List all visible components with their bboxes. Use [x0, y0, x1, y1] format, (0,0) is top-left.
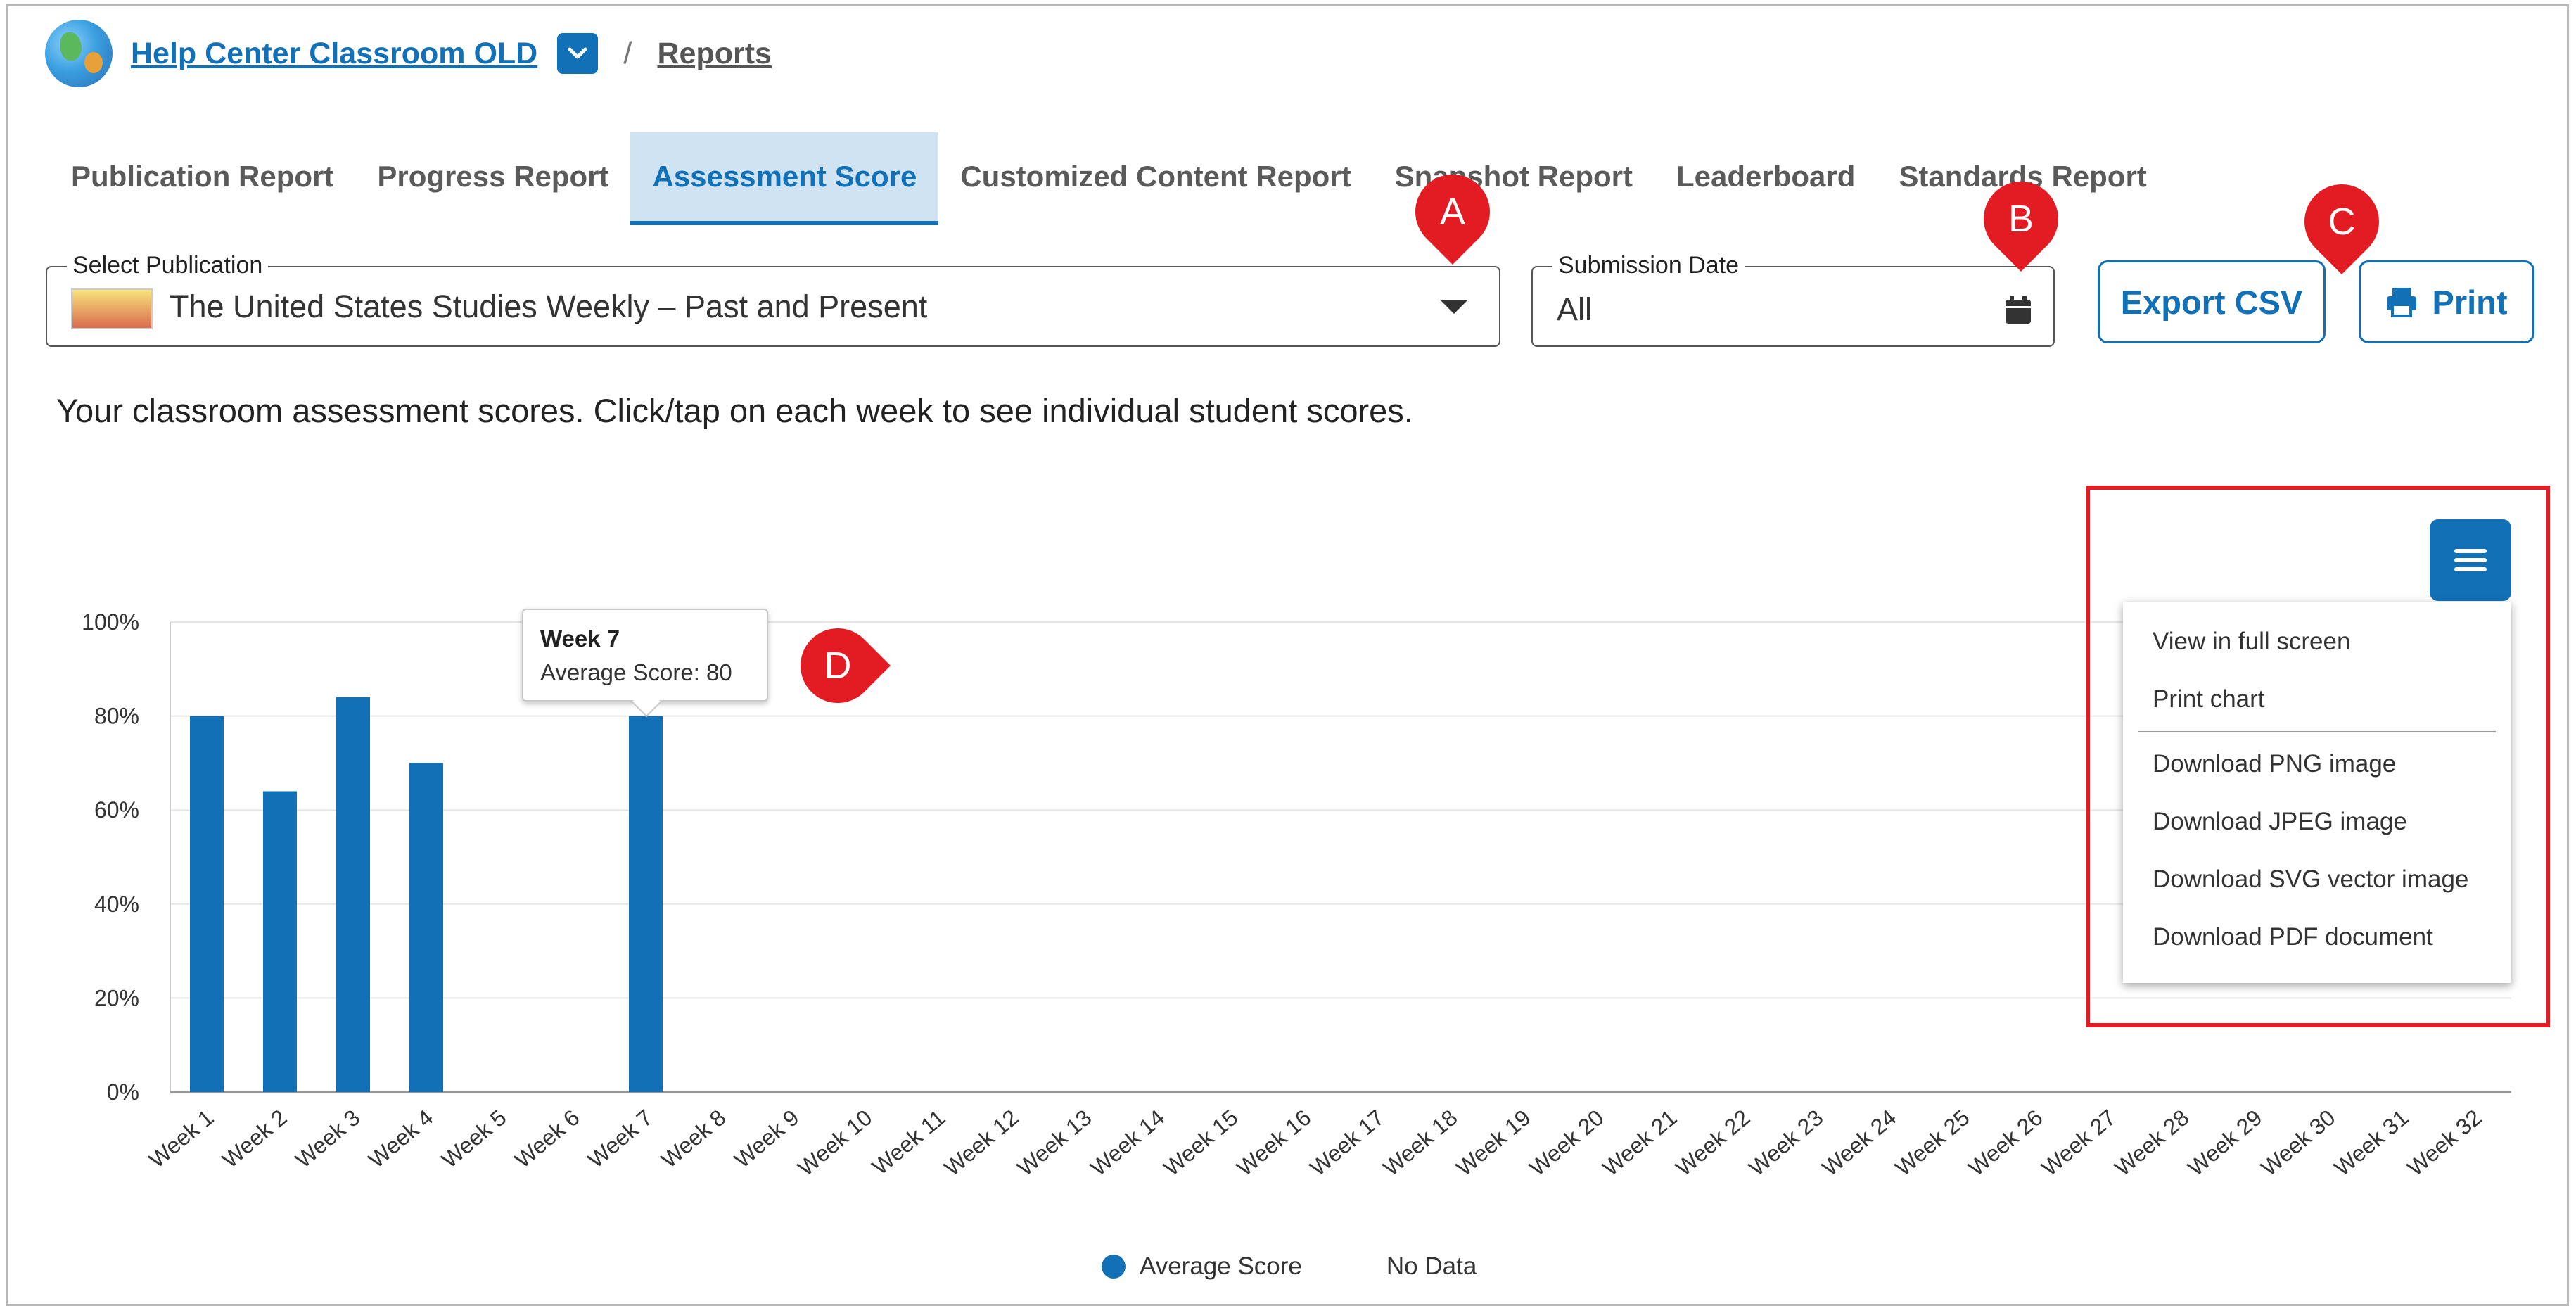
hamburger-icon — [2454, 549, 2487, 571]
y-tick-label: 80% — [94, 704, 139, 729]
x-tick-label: Week 4 — [364, 1105, 438, 1173]
legend-average-score-marker[interactable] — [1102, 1255, 1126, 1279]
x-tick-label: Week 14 — [1085, 1105, 1169, 1181]
x-tick-label: Week 8 — [656, 1105, 731, 1173]
x-tick-label: Week 32 — [2402, 1105, 2486, 1181]
x-tick-label: Week 30 — [2256, 1105, 2340, 1181]
chart-bar[interactable] — [629, 716, 663, 1092]
header: Help Center Classroom OLD / Reports — [45, 17, 772, 90]
x-tick-label: Week 25 — [1890, 1105, 1974, 1181]
x-tick-label: Week 27 — [2036, 1105, 2120, 1181]
print-button-label: Print — [2432, 283, 2508, 321]
x-tick-label: Week 15 — [1159, 1105, 1242, 1181]
instruction-text: Your classroom assessment scores. Click/… — [56, 392, 1413, 429]
chart-menu-button[interactable] — [2430, 519, 2511, 601]
marker-b-label: B — [2008, 198, 2034, 240]
y-tick-label: 0% — [107, 1079, 139, 1105]
legend-average-score-label[interactable]: Average Score — [1140, 1252, 1302, 1281]
legend-no-data-label[interactable]: No Data — [1386, 1252, 1477, 1281]
publication-select-label: Select Publication — [67, 252, 269, 279]
x-tick-label: Week 17 — [1305, 1105, 1389, 1181]
tab-publication-report[interactable]: Publication Report — [49, 132, 355, 221]
x-tick-label: Week 3 — [291, 1105, 365, 1173]
publication-select-value: The United States Studies Weekly – Past … — [170, 288, 928, 324]
chart-bar[interactable] — [263, 791, 297, 1092]
x-tick-label: Week 24 — [1817, 1105, 1901, 1181]
chart-export-menu: View in full screen Print chart Download… — [2123, 602, 2511, 983]
x-tick-label: Week 29 — [2183, 1105, 2266, 1181]
marker-c-label: C — [2328, 201, 2356, 243]
x-tick-label: Week 1 — [144, 1105, 219, 1173]
caret-down-icon — [1440, 300, 1468, 314]
tab-assessment-score[interactable]: Assessment Score — [630, 132, 939, 225]
x-tick-label: Week 5 — [437, 1105, 511, 1173]
menu-item-download-svg[interactable]: Download SVG vector image — [2123, 851, 2511, 908]
chart-bar[interactable] — [336, 697, 370, 1092]
submission-date-label: Submission Date — [1552, 252, 1745, 279]
breadcrumb-separator: / — [623, 36, 632, 70]
x-tick-label: Week 9 — [729, 1105, 804, 1173]
chart-bar[interactable] — [409, 763, 443, 1092]
menu-item-download-jpeg[interactable]: Download JPEG image — [2123, 793, 2511, 851]
publication-thumbnail — [71, 288, 153, 329]
submission-date-field[interactable]: Submission Date All — [1531, 252, 2055, 347]
y-tick-label: 100% — [82, 609, 139, 635]
chevron-down-icon — [568, 47, 587, 59]
menu-item-print-chart[interactable]: Print chart — [2123, 671, 2511, 728]
export-csv-button[interactable]: Export CSV — [2098, 260, 2326, 343]
chart-tooltip: Week 7 Average Score: 80 — [522, 609, 768, 702]
x-tick-label: Week 12 — [939, 1105, 1023, 1181]
tooltip-title: Week 7 — [540, 626, 620, 652]
report-tabs: Publication Report Progress Report Asses… — [49, 132, 2169, 225]
x-tick-label: Week 22 — [1671, 1105, 1754, 1181]
x-tick-label: Week 21 — [1598, 1105, 1681, 1181]
classroom-dropdown-button[interactable] — [557, 33, 599, 74]
x-tick-label: Week 26 — [1963, 1105, 2047, 1181]
tab-customized-content-report[interactable]: Customized Content Report — [938, 132, 1372, 221]
x-tick-label: Week 18 — [1378, 1105, 1462, 1181]
menu-divider — [2138, 731, 2496, 732]
tab-progress-report[interactable]: Progress Report — [355, 132, 630, 221]
classroom-globe-icon — [45, 20, 113, 87]
x-tick-label: Week 6 — [510, 1105, 585, 1173]
x-tick-label: Week 23 — [1744, 1105, 1828, 1181]
submission-date-value: All — [1557, 291, 1593, 327]
x-tick-label: Week 11 — [867, 1105, 950, 1180]
x-tick-label: Week 19 — [1451, 1105, 1535, 1181]
chart-bar[interactable] — [190, 716, 224, 1092]
chart-legend: Average Score No Data — [1102, 1252, 1477, 1281]
tooltip-value: Average Score: 80 — [540, 659, 732, 685]
y-tick-label: 60% — [94, 797, 139, 823]
calendar-icon[interactable] — [2004, 296, 2032, 325]
menu-item-download-png[interactable]: Download PNG image — [2123, 735, 2511, 793]
classroom-link[interactable]: Help Center Classroom OLD — [131, 37, 537, 71]
x-tick-label: Week 20 — [1524, 1105, 1608, 1181]
marker-b: B — [1968, 166, 2074, 272]
marker-d: D — [785, 613, 891, 718]
print-button[interactable]: Print — [2359, 260, 2534, 343]
menu-item-download-pdf[interactable]: Download PDF document — [2123, 908, 2511, 966]
y-tick-label: 20% — [94, 985, 139, 1010]
x-tick-label: Week 31 — [2329, 1105, 2413, 1181]
breadcrumb-reports-link[interactable]: Reports — [657, 37, 771, 71]
tab-leaderboard[interactable]: Leaderboard — [1654, 132, 1877, 221]
printer-icon — [2387, 288, 2417, 317]
x-tick-label: Week 10 — [793, 1105, 876, 1181]
x-tick-label: Week 28 — [2110, 1105, 2193, 1181]
marker-a: A — [1400, 159, 1505, 265]
x-tick-label: Week 7 — [583, 1105, 658, 1173]
marker-a-label: A — [1439, 191, 1466, 233]
x-tick-label: Week 16 — [1232, 1105, 1315, 1181]
marker-d-label: D — [824, 645, 852, 687]
publication-select[interactable]: Select Publication The United States Stu… — [46, 252, 1500, 347]
y-tick-label: 40% — [94, 892, 139, 917]
menu-item-full-screen[interactable]: View in full screen — [2123, 613, 2511, 671]
x-tick-label: Week 2 — [217, 1105, 292, 1173]
marker-c: C — [2289, 169, 2395, 274]
x-tick-label: Week 13 — [1012, 1105, 1096, 1181]
